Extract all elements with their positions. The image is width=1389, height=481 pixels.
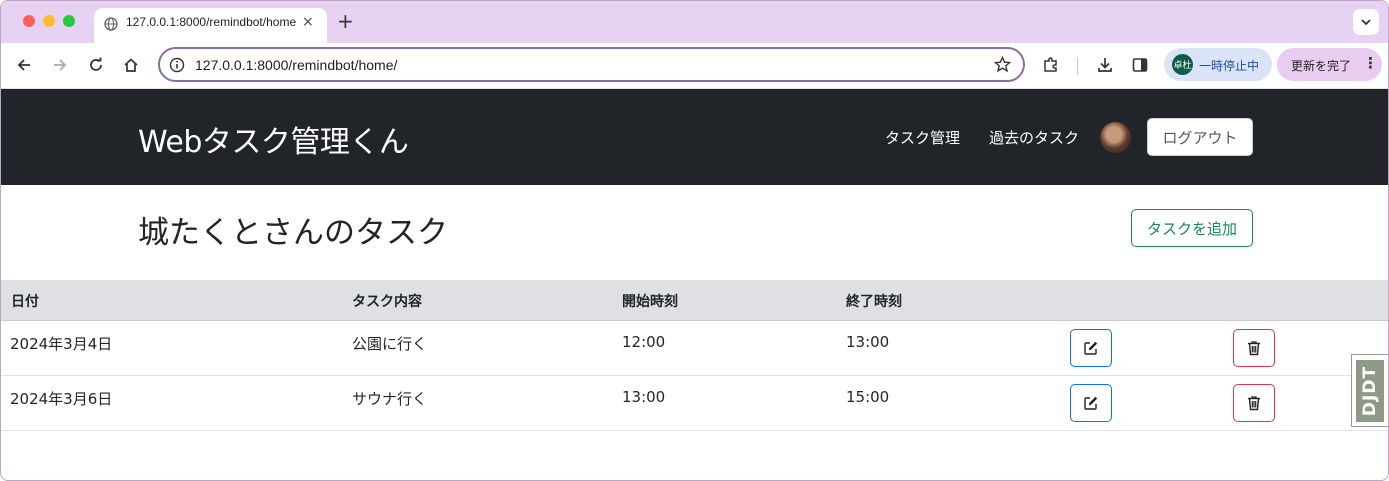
download-icon (1098, 58, 1112, 72)
column-header-end: 終了時刻 (846, 294, 902, 310)
delete-button[interactable] (1233, 329, 1275, 367)
table-row: 2024年3月4日 公園に行く 12:00 13:00 (1, 321, 1388, 376)
forward-button[interactable] (48, 53, 72, 77)
extensions-button[interactable] (1039, 53, 1063, 77)
puzzle-icon (1044, 57, 1057, 72)
reload-icon (90, 57, 102, 71)
pencil-square-icon (1084, 396, 1098, 410)
profile-paused-button[interactable]: 卓杜 一時停止中 (1164, 48, 1272, 81)
arrow-left-icon (17, 59, 30, 71)
address-url[interactable]: 127.0.0.1:8000/remindbot/home/ (195, 57, 397, 73)
cell-start-time: 12:00 (622, 333, 666, 351)
downloads-button[interactable] (1093, 53, 1117, 77)
app-brand[interactable]: Webタスク管理くん (138, 117, 409, 161)
debug-toolbar-label: DJDT (1360, 365, 1380, 416)
cell-start-time: 13:00 (622, 388, 666, 406)
trash-icon (1248, 341, 1260, 356)
column-header-task: タスク内容 (352, 294, 422, 310)
side-panel-button[interactable] (1128, 53, 1152, 77)
add-task-button[interactable]: タスクを追加 (1131, 209, 1253, 247)
table-header: 日付 タスク内容 開始時刻 終了時刻 (1, 280, 1388, 321)
cell-end-time: 13:00 (846, 333, 890, 351)
tab-close-icon[interactable]: × (302, 14, 314, 30)
nav-link-past-tasks[interactable]: 過去のタスク (989, 127, 1079, 148)
column-header-date: 日付 (11, 294, 39, 310)
cell-end-time: 15:00 (846, 388, 890, 406)
debug-toolbar-handle[interactable]: DJDT (1351, 354, 1388, 427)
star-icon[interactable] (994, 56, 1011, 73)
arrow-right-icon (54, 59, 67, 71)
browser-toolbar: 127.0.0.1:8000/remindbot/home/ 卓杜 一時停止中 … (1, 43, 1388, 89)
info-icon[interactable] (169, 57, 185, 73)
toolbar-divider (1077, 57, 1078, 75)
home-button[interactable] (119, 53, 143, 77)
globe-icon (104, 17, 118, 31)
table-row: 2024年3月6日 サウナ行く 13:00 15:00 (1, 376, 1388, 431)
reload-button[interactable] (84, 53, 108, 77)
profile-avatar: 卓杜 (1172, 54, 1193, 75)
edit-button[interactable] (1070, 329, 1112, 367)
logout-button[interactable]: ログアウト (1147, 118, 1253, 156)
minimize-window-button[interactable] (43, 15, 55, 27)
column-header-start: 開始時刻 (622, 294, 678, 310)
browser-window: 127.0.0.1:8000/remindbot/home/ × + 127.0… (0, 0, 1389, 481)
cell-task: サウナ行く (352, 390, 428, 408)
update-label: 更新を完了 (1291, 59, 1352, 73)
edit-button[interactable] (1070, 384, 1112, 422)
browser-tab[interactable]: 127.0.0.1:8000/remindbot/home/ × (94, 8, 327, 43)
app-navbar: Webタスク管理くん タスク管理 過去のタスク ログアウト (1, 89, 1388, 185)
tab-search-button[interactable] (1353, 9, 1379, 35)
cell-task: 公園に行く (352, 335, 428, 353)
maximize-window-button[interactable] (63, 15, 75, 27)
chevron-down-icon (1361, 19, 1371, 26)
user-avatar[interactable] (1100, 122, 1131, 153)
update-button[interactable]: 更新を完了 ⋮ (1277, 48, 1382, 81)
cell-date: 2024年3月4日 (10, 335, 113, 353)
page-title: 城たくとさんのタスク (138, 215, 448, 251)
side-panel-icon (1132, 58, 1148, 72)
nav-link-task-management[interactable]: タスク管理 (885, 127, 960, 148)
pencil-square-icon (1084, 341, 1098, 355)
trash-icon (1248, 396, 1260, 411)
new-tab-button[interactable]: + (337, 10, 354, 32)
home-icon (124, 58, 138, 72)
close-window-button[interactable] (23, 15, 35, 27)
address-bar[interactable]: 127.0.0.1:8000/remindbot/home/ (158, 47, 1025, 82)
back-button[interactable] (12, 53, 36, 77)
cell-date: 2024年3月6日 (10, 390, 113, 408)
more-menu-icon: ⋮ (1363, 54, 1378, 72)
delete-button[interactable] (1233, 384, 1275, 422)
paused-label: 一時停止中 (1199, 59, 1260, 73)
tab-title: 127.0.0.1:8000/remindbot/home/ (126, 15, 296, 29)
debug-toolbar-badge: DJDT (1356, 359, 1384, 422)
tab-strip: 127.0.0.1:8000/remindbot/home/ × + (1, 1, 1388, 43)
